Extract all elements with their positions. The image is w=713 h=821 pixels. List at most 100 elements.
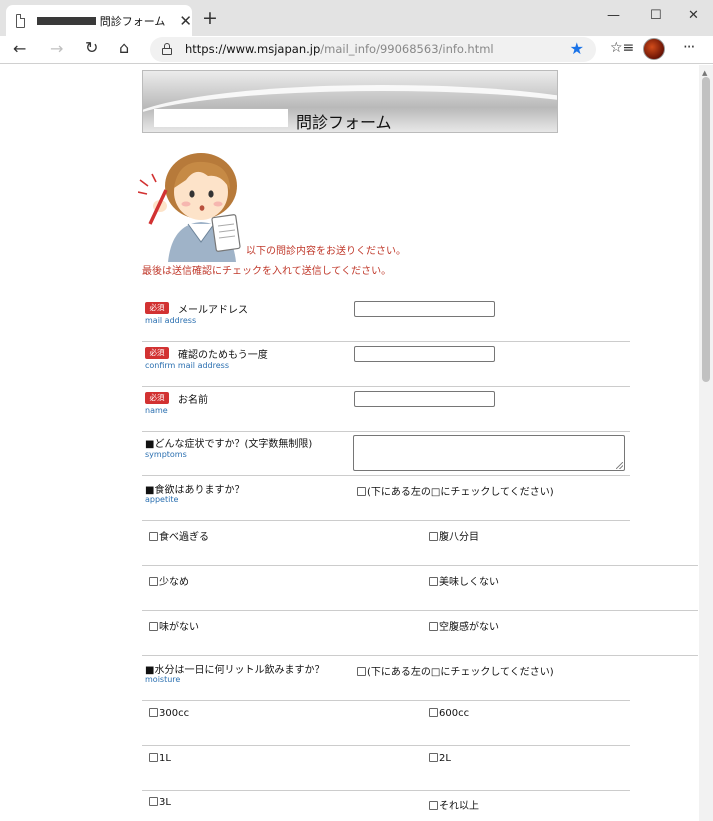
option-label: 2L bbox=[439, 753, 451, 764]
symptoms-row: ■どんな症状ですか？(文字数無制限) symptoms bbox=[142, 432, 630, 476]
moisture-option[interactable]: 3L bbox=[149, 797, 171, 808]
required-badge: 必須 bbox=[145, 302, 169, 314]
checkbox[interactable] bbox=[149, 622, 158, 631]
close-tab-icon[interactable]: ✕ bbox=[179, 12, 192, 30]
moisture-option[interactable]: それ以上 bbox=[429, 797, 479, 812]
address-bar[interactable]: https://www.msjapan.jp/mail_info/9906856… bbox=[150, 37, 596, 62]
option-label: 3L bbox=[159, 797, 171, 808]
appetite-option[interactable]: 食べ過ぎる bbox=[149, 528, 209, 543]
checkbox[interactable] bbox=[429, 577, 438, 586]
appetite-option[interactable]: 空腹感がない bbox=[429, 618, 499, 633]
checkbox[interactable] bbox=[429, 708, 438, 717]
option-label: それ以上 bbox=[439, 801, 479, 812]
option-label: 少なめ bbox=[159, 577, 189, 588]
symptoms-textarea[interactable] bbox=[353, 435, 625, 471]
name-label: お名前 bbox=[178, 395, 208, 406]
appetite-sublabel: appetite bbox=[145, 495, 179, 504]
page-icon bbox=[16, 13, 26, 28]
confirm-email-row: 必須 確認のためもう一度 confirm mail address bbox=[142, 342, 630, 387]
redacted-tab-text bbox=[37, 16, 96, 25]
vertical-scrollbar[interactable]: ▲ bbox=[699, 65, 713, 821]
confirm-email-sublabel: confirm mail address bbox=[145, 361, 229, 370]
moisture-hint-text: (下にある左の□にチェックしてください) bbox=[367, 667, 554, 678]
resize-grip-icon[interactable] bbox=[616, 462, 623, 469]
favorite-star-icon[interactable]: ★ bbox=[570, 39, 584, 58]
refresh-icon[interactable]: ↻ bbox=[85, 38, 98, 57]
moisture-option[interactable]: 600cc bbox=[429, 708, 469, 719]
appetite-option[interactable]: 腹八分目 bbox=[429, 528, 479, 543]
checkbox[interactable] bbox=[149, 532, 158, 541]
intro-text-2: 最後は送信確認にチェックを入れて送信してください。 bbox=[142, 266, 392, 277]
scroll-up-icon[interactable]: ▲ bbox=[702, 69, 707, 77]
email-row: 必須 メールアドレス mail address bbox=[142, 297, 630, 342]
back-icon[interactable]: ← bbox=[13, 39, 26, 58]
checkbox[interactable] bbox=[429, 622, 438, 631]
appetite-check-hint[interactable]: (下にある左の□にチェックしてください) bbox=[357, 483, 554, 498]
moisture-label: ■水分は一日に何リットル飲みますか？ bbox=[145, 665, 325, 676]
checkbox[interactable] bbox=[149, 753, 158, 762]
moisture-option[interactable]: 2L bbox=[429, 753, 451, 764]
checkbox[interactable] bbox=[357, 487, 366, 496]
option-label: 味がない bbox=[159, 622, 199, 633]
page-banner: 問診フォーム bbox=[142, 70, 558, 133]
forward-icon[interactable]: → bbox=[50, 39, 63, 58]
moisture-option[interactable]: 1L bbox=[149, 753, 171, 764]
option-label: 美味しくない bbox=[439, 577, 499, 588]
close-window-icon[interactable]: ✕ bbox=[688, 8, 699, 23]
checkbox[interactable] bbox=[429, 801, 438, 810]
appetite-hint-text: (下にある左の□にチェックしてください) bbox=[367, 487, 554, 498]
checkbox[interactable] bbox=[429, 532, 438, 541]
appetite-option[interactable]: 美味しくない bbox=[429, 573, 499, 588]
moisture-options-row-3: 3L それ以上 bbox=[142, 791, 630, 821]
new-tab-icon[interactable]: + bbox=[202, 7, 218, 29]
favorites-list-icon[interactable]: ☆≡ bbox=[610, 40, 634, 56]
moisture-row: ■水分は一日に何リットル飲みますか？ moisture (下にある左の□にチェッ… bbox=[142, 656, 630, 701]
checkbox[interactable] bbox=[357, 667, 366, 676]
lock-icon bbox=[162, 43, 172, 55]
appetite-options-row-1: 食べ過ぎる 腹八分目 bbox=[142, 521, 698, 566]
required-badge: 必須 bbox=[145, 392, 169, 404]
browser-tab[interactable]: 問診フォーム ✕ bbox=[6, 5, 192, 36]
checkbox[interactable] bbox=[429, 753, 438, 762]
symptoms-sublabel: symptoms bbox=[145, 450, 187, 459]
intro-text-1: 以下の問診内容をお送りください。 bbox=[246, 246, 406, 257]
option-label: 300cc bbox=[159, 708, 190, 719]
option-label: 空腹感がない bbox=[439, 622, 499, 633]
appetite-options-row-2: 少なめ 美味しくない bbox=[142, 566, 698, 611]
home-icon[interactable]: ⌂ bbox=[119, 38, 129, 57]
email-input[interactable] bbox=[354, 301, 495, 317]
option-label: 腹八分目 bbox=[439, 532, 479, 543]
confirm-email-label: 確認のためもう一度 bbox=[178, 350, 268, 361]
browser-toolbar: ← → ↻ ⌂ https://www.msjapan.jp/mail_info… bbox=[0, 36, 713, 64]
option-label: 食べ過ぎる bbox=[159, 532, 209, 543]
checkbox[interactable] bbox=[149, 708, 158, 717]
moisture-check-hint[interactable]: (下にある左の□にチェックしてください) bbox=[357, 663, 554, 678]
name-row: 必須 お名前 name bbox=[142, 387, 630, 432]
maximize-icon[interactable]: ☐ bbox=[650, 8, 662, 23]
checkbox[interactable] bbox=[149, 797, 158, 806]
name-input[interactable] bbox=[354, 391, 495, 407]
confirm-email-input[interactable] bbox=[354, 346, 495, 362]
more-menu-icon[interactable]: ··· bbox=[683, 38, 695, 56]
symptoms-label: ■どんな症状ですか？(文字数無制限) bbox=[145, 439, 313, 450]
name-sublabel: name bbox=[145, 406, 168, 415]
nurse-illustration bbox=[138, 153, 241, 262]
minimize-icon[interactable]: — bbox=[607, 8, 620, 23]
appetite-label: ■食欲はありますか？ bbox=[145, 485, 245, 496]
moisture-option[interactable]: 300cc bbox=[149, 708, 189, 719]
option-label: 600cc bbox=[439, 708, 470, 719]
appetite-option[interactable]: 味がない bbox=[149, 618, 199, 633]
tab-bar: 問診フォーム ✕ + — ☐ ✕ bbox=[0, 0, 713, 36]
appetite-row: ■食欲はありますか？ appetite (下にある左の□にチェックしてください) bbox=[142, 476, 630, 521]
moisture-options-row-2: 1L 2L bbox=[142, 746, 630, 791]
checkbox[interactable] bbox=[149, 577, 158, 586]
url-text: https://www.msjapan.jp/mail_info/9906856… bbox=[185, 42, 494, 56]
redacted-clinic-name bbox=[154, 109, 288, 127]
scroll-thumb[interactable] bbox=[702, 77, 710, 382]
appetite-option[interactable]: 少なめ bbox=[149, 573, 189, 588]
moisture-options-row-1: 300cc 600cc bbox=[142, 701, 630, 746]
profile-avatar[interactable] bbox=[643, 38, 665, 60]
email-label: メールアドレス bbox=[178, 305, 248, 316]
banner-title: 問診フォーム bbox=[296, 113, 392, 132]
appetite-options-row-3: 味がない 空腹感がない bbox=[142, 611, 698, 656]
